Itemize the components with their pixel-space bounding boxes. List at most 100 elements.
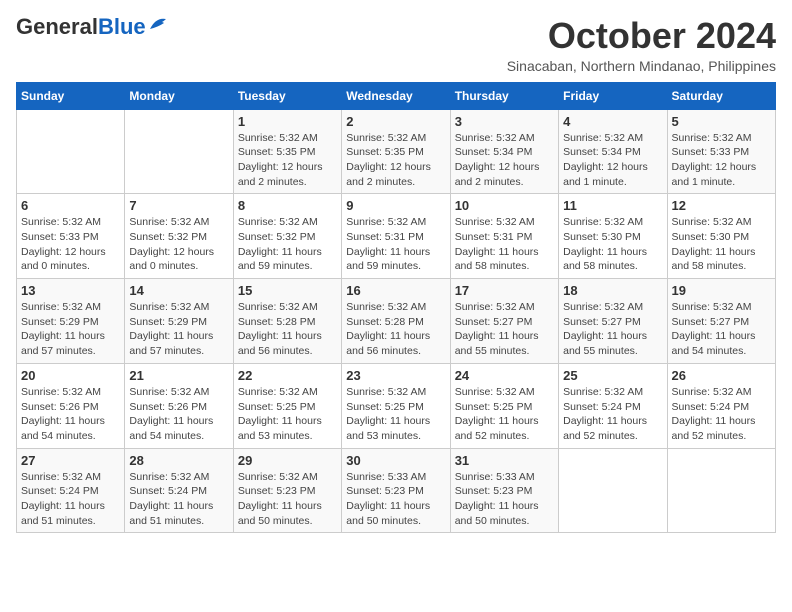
calendar-cell: 10 Sunrise: 5:32 AM Sunset: 5:31 PM Dayli… (450, 194, 558, 279)
day-info: Sunrise: 5:32 AM Sunset: 5:25 PM Dayligh… (346, 385, 445, 444)
day-info: Sunrise: 5:32 AM Sunset: 5:25 PM Dayligh… (238, 385, 337, 444)
calendar-cell: 7 Sunrise: 5:32 AM Sunset: 5:32 PM Daylig… (125, 194, 233, 279)
day-number: 28 (129, 453, 228, 468)
calendar-cell: 18 Sunrise: 5:32 AM Sunset: 5:27 PM Dayli… (559, 279, 667, 364)
calendar-cell: 29 Sunrise: 5:32 AM Sunset: 5:23 PM Dayli… (233, 448, 341, 533)
day-number: 26 (672, 368, 771, 383)
calendar-cell: 19Sunrise: 5:32 AM Sunset: 5:27 PM Dayli… (667, 279, 775, 364)
day-number: 11 (563, 198, 662, 213)
title-block: October 2024 Sinacaban, Northern Mindana… (507, 16, 776, 74)
day-info: Sunrise: 5:32 AM Sunset: 5:34 PM Dayligh… (455, 131, 554, 190)
day-number: 20 (21, 368, 120, 383)
day-info: Sunrise: 5:32 AM Sunset: 5:23 PM Dayligh… (238, 470, 337, 529)
calendar-cell: 30 Sunrise: 5:33 AM Sunset: 5:23 PM Dayli… (342, 448, 450, 533)
weekday-header-row: SundayMondayTuesdayWednesdayThursdayFrid… (17, 82, 776, 109)
page-header: GeneralBlue October 2024 Sinacaban, Nort… (16, 16, 776, 74)
day-number: 12 (672, 198, 771, 213)
calendar-week-row: 20 Sunrise: 5:32 AM Sunset: 5:26 PM Dayli… (17, 363, 776, 448)
day-info: Sunrise: 5:33 AM Sunset: 5:23 PM Dayligh… (346, 470, 445, 529)
day-info: Sunrise: 5:32 AM Sunset: 5:35 PM Dayligh… (238, 131, 337, 190)
day-info: Sunrise: 5:32 AM Sunset: 5:24 PM Dayligh… (563, 385, 662, 444)
month-title: October 2024 (507, 16, 776, 56)
day-number: 21 (129, 368, 228, 383)
day-number: 24 (455, 368, 554, 383)
day-info: Sunrise: 5:32 AM Sunset: 5:26 PM Dayligh… (21, 385, 120, 444)
calendar-cell: 3 Sunrise: 5:32 AM Sunset: 5:34 PM Daylig… (450, 109, 558, 194)
day-number: 19 (672, 283, 771, 298)
calendar-cell: 4 Sunrise: 5:32 AM Sunset: 5:34 PM Daylig… (559, 109, 667, 194)
day-info: Sunrise: 5:32 AM Sunset: 5:35 PM Dayligh… (346, 131, 445, 190)
calendar-cell: 2 Sunrise: 5:32 AM Sunset: 5:35 PM Daylig… (342, 109, 450, 194)
day-info: Sunrise: 5:32 AM Sunset: 5:34 PM Dayligh… (563, 131, 662, 190)
day-info: Sunrise: 5:33 AM Sunset: 5:23 PM Dayligh… (455, 470, 554, 529)
calendar-cell: 21 Sunrise: 5:32 AM Sunset: 5:26 PM Dayli… (125, 363, 233, 448)
day-number: 14 (129, 283, 228, 298)
day-number: 4 (563, 114, 662, 129)
day-info: Sunrise: 5:32 AM Sunset: 5:29 PM Dayligh… (129, 300, 228, 359)
day-number: 8 (238, 198, 337, 213)
weekday-header: Wednesday (342, 82, 450, 109)
calendar-cell: 15Sunrise: 5:32 AM Sunset: 5:28 PM Dayli… (233, 279, 341, 364)
calendar-cell: 23 Sunrise: 5:32 AM Sunset: 5:25 PM Dayli… (342, 363, 450, 448)
weekday-header: Sunday (17, 82, 125, 109)
day-info: Sunrise: 5:32 AM Sunset: 5:26 PM Dayligh… (129, 385, 228, 444)
day-number: 27 (21, 453, 120, 468)
day-info: Sunrise: 5:32 AM Sunset: 5:24 PM Dayligh… (672, 385, 771, 444)
calendar-cell: 17Sunrise: 5:32 AM Sunset: 5:27 PM Dayli… (450, 279, 558, 364)
weekday-header: Tuesday (233, 82, 341, 109)
day-number: 10 (455, 198, 554, 213)
calendar-week-row: 1 Sunrise: 5:32 AM Sunset: 5:35 PM Daylig… (17, 109, 776, 194)
day-number: 3 (455, 114, 554, 129)
calendar-cell (17, 109, 125, 194)
calendar-cell: 9 Sunrise: 5:32 AM Sunset: 5:31 PM Daylig… (342, 194, 450, 279)
day-info: Sunrise: 5:32 AM Sunset: 5:33 PM Dayligh… (21, 215, 120, 274)
day-info: Sunrise: 5:32 AM Sunset: 5:28 PM Dayligh… (238, 300, 337, 359)
day-number: 25 (563, 368, 662, 383)
day-info: Sunrise: 5:32 AM Sunset: 5:27 PM Dayligh… (563, 300, 662, 359)
day-number: 18 (563, 283, 662, 298)
day-number: 30 (346, 453, 445, 468)
calendar-cell: 16 Sunrise: 5:32 AM Sunset: 5:28 PM Dayli… (342, 279, 450, 364)
logo-bird-icon (148, 15, 170, 33)
day-info: Sunrise: 5:32 AM Sunset: 5:28 PM Dayligh… (346, 300, 445, 359)
day-number: 22 (238, 368, 337, 383)
calendar-cell: 20 Sunrise: 5:32 AM Sunset: 5:26 PM Dayli… (17, 363, 125, 448)
weekday-header: Monday (125, 82, 233, 109)
location-title: Sinacaban, Northern Mindanao, Philippine… (507, 58, 776, 74)
calendar-cell (667, 448, 775, 533)
day-info: Sunrise: 5:32 AM Sunset: 5:24 PM Dayligh… (21, 470, 120, 529)
day-info: Sunrise: 5:32 AM Sunset: 5:31 PM Dayligh… (346, 215, 445, 274)
day-number: 7 (129, 198, 228, 213)
day-number: 6 (21, 198, 120, 213)
day-number: 16 (346, 283, 445, 298)
day-info: Sunrise: 5:32 AM Sunset: 5:32 PM Dayligh… (238, 215, 337, 274)
logo-text: GeneralBlue (16, 16, 146, 38)
calendar-cell (125, 109, 233, 194)
day-number: 2 (346, 114, 445, 129)
weekday-header: Saturday (667, 82, 775, 109)
day-number: 31 (455, 453, 554, 468)
calendar-cell: 27 Sunrise: 5:32 AM Sunset: 5:24 PM Dayli… (17, 448, 125, 533)
calendar-cell: 1 Sunrise: 5:32 AM Sunset: 5:35 PM Daylig… (233, 109, 341, 194)
day-number: 9 (346, 198, 445, 213)
calendar-cell: 22 Sunrise: 5:32 AM Sunset: 5:25 PM Dayli… (233, 363, 341, 448)
day-number: 13 (21, 283, 120, 298)
day-info: Sunrise: 5:32 AM Sunset: 5:27 PM Dayligh… (455, 300, 554, 359)
calendar-cell: 6 Sunrise: 5:32 AM Sunset: 5:33 PM Daylig… (17, 194, 125, 279)
day-number: 29 (238, 453, 337, 468)
calendar-cell (559, 448, 667, 533)
day-info: Sunrise: 5:32 AM Sunset: 5:31 PM Dayligh… (455, 215, 554, 274)
day-number: 23 (346, 368, 445, 383)
weekday-header: Friday (559, 82, 667, 109)
calendar-cell: 24 Sunrise: 5:32 AM Sunset: 5:25 PM Dayli… (450, 363, 558, 448)
calendar-cell: 5Sunrise: 5:32 AM Sunset: 5:33 PM Daylig… (667, 109, 775, 194)
day-info: Sunrise: 5:32 AM Sunset: 5:24 PM Dayligh… (129, 470, 228, 529)
calendar-cell: 26 Sunrise: 5:32 AM Sunset: 5:24 PM Dayli… (667, 363, 775, 448)
day-info: Sunrise: 5:32 AM Sunset: 5:29 PM Dayligh… (21, 300, 120, 359)
logo: GeneralBlue (16, 16, 170, 38)
day-info: Sunrise: 5:32 AM Sunset: 5:32 PM Dayligh… (129, 215, 228, 274)
calendar-cell: 14 Sunrise: 5:32 AM Sunset: 5:29 PM Dayli… (125, 279, 233, 364)
day-number: 1 (238, 114, 337, 129)
day-info: Sunrise: 5:32 AM Sunset: 5:25 PM Dayligh… (455, 385, 554, 444)
day-info: Sunrise: 5:32 AM Sunset: 5:30 PM Dayligh… (563, 215, 662, 274)
